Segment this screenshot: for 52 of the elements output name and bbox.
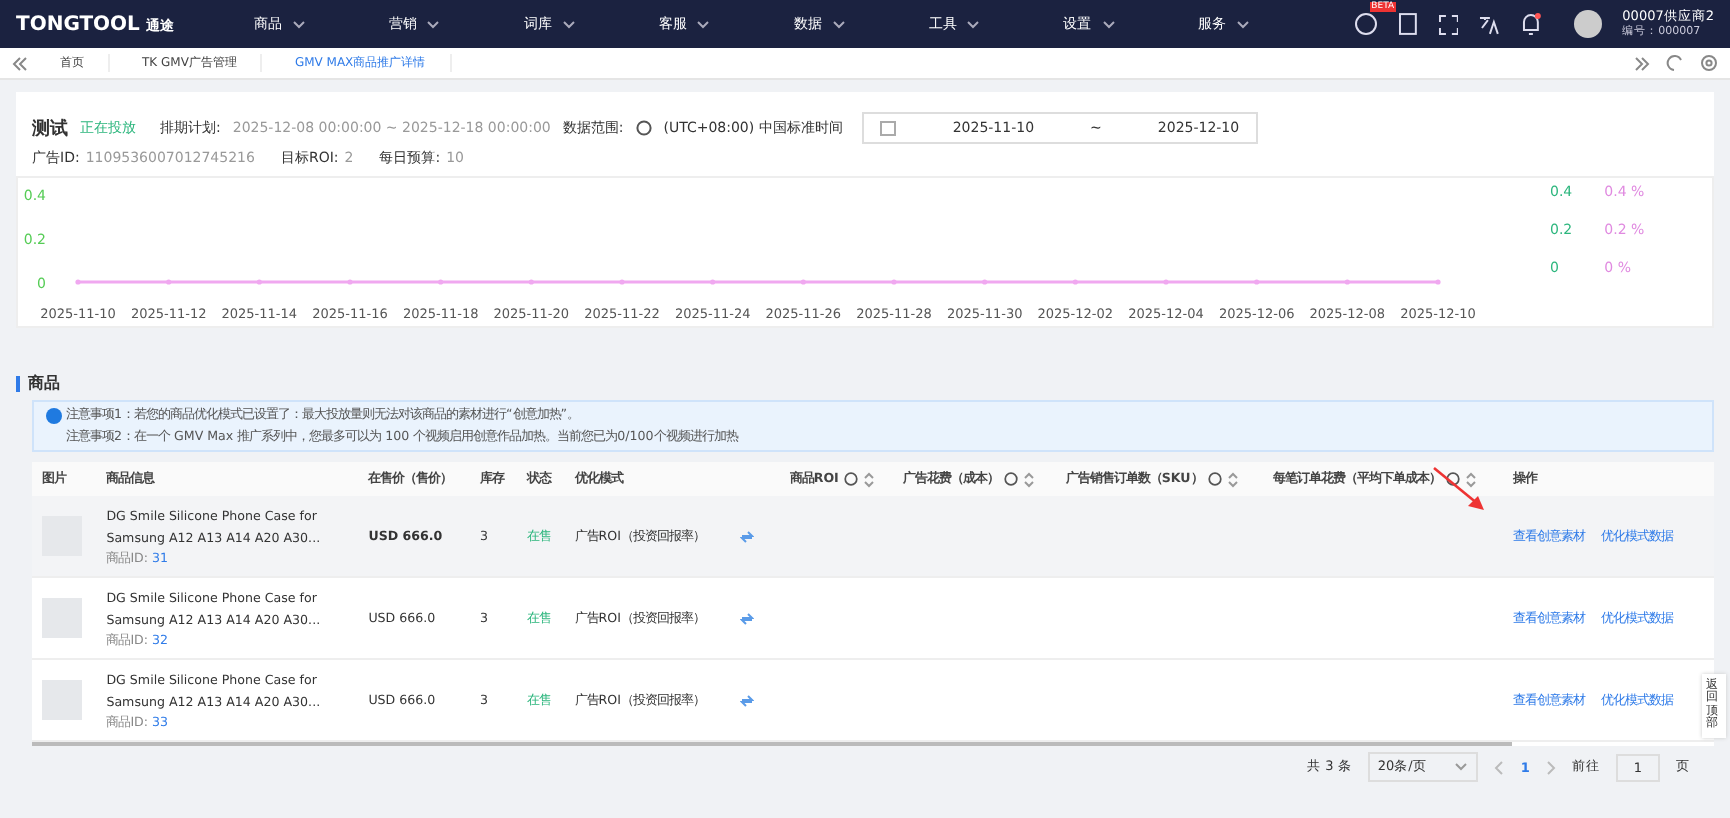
- help-icon: [1446, 472, 1461, 486]
- sort-icon[interactable]: [864, 471, 875, 487]
- fullscreen-icon[interactable]: [1437, 13, 1459, 35]
- data-point: [1344, 279, 1350, 285]
- translate-icon[interactable]: [1478, 13, 1501, 35]
- switch-icon[interactable]: [740, 693, 755, 707]
- data-point: [1254, 279, 1260, 285]
- data-point: [619, 279, 625, 285]
- data-point: [1072, 279, 1078, 285]
- caret-icon: [696, 19, 711, 29]
- data-point: [1163, 279, 1169, 285]
- collapse-left-icon[interactable]: [12, 55, 28, 71]
- data-point: [1435, 279, 1441, 285]
- sort-icon[interactable]: [1466, 471, 1477, 487]
- help-icon: [635, 120, 652, 136]
- data-point: [256, 279, 262, 285]
- data-point: [347, 279, 353, 285]
- switch-icon[interactable]: [740, 529, 755, 543]
- annotation-arrow: [1432, 466, 1488, 514]
- product-image: [42, 680, 82, 720]
- caret-icon: [1236, 19, 1251, 29]
- calendar-icon: [880, 120, 897, 136]
- data-point: [891, 279, 897, 285]
- sort-icon[interactable]: [1228, 471, 1239, 487]
- data-point: [710, 279, 716, 285]
- caret-icon: [831, 19, 846, 29]
- info-icon: [46, 407, 62, 423]
- settings-icon[interactable]: [1700, 54, 1718, 72]
- data-point: [528, 279, 534, 285]
- product-image: [42, 598, 82, 638]
- expand-right-icon[interactable]: [1634, 55, 1650, 71]
- switch-icon[interactable]: [740, 611, 755, 625]
- data-point: [982, 279, 988, 285]
- refresh-icon[interactable]: [1666, 54, 1684, 72]
- campaign-name: 测试: [32, 116, 68, 141]
- bell-icon[interactable]: [1520, 12, 1543, 36]
- data-point: [75, 279, 81, 285]
- caret-icon: [1101, 19, 1116, 29]
- help-icon: [1208, 472, 1223, 486]
- data-point: [438, 279, 444, 285]
- help-icon: [844, 472, 859, 486]
- caret-icon: [426, 19, 441, 29]
- caret-icon: [291, 19, 306, 29]
- caret-icon: [561, 19, 576, 29]
- help-icon: [1004, 472, 1019, 486]
- caret-icon: [966, 19, 981, 29]
- data-point: [166, 279, 172, 285]
- avatar[interactable]: [1574, 10, 1603, 38]
- sort-icon[interactable]: [1024, 471, 1035, 487]
- data-point: [800, 279, 806, 285]
- caret-icon: [1454, 762, 1469, 772]
- section-title: 商品: [28, 372, 60, 394]
